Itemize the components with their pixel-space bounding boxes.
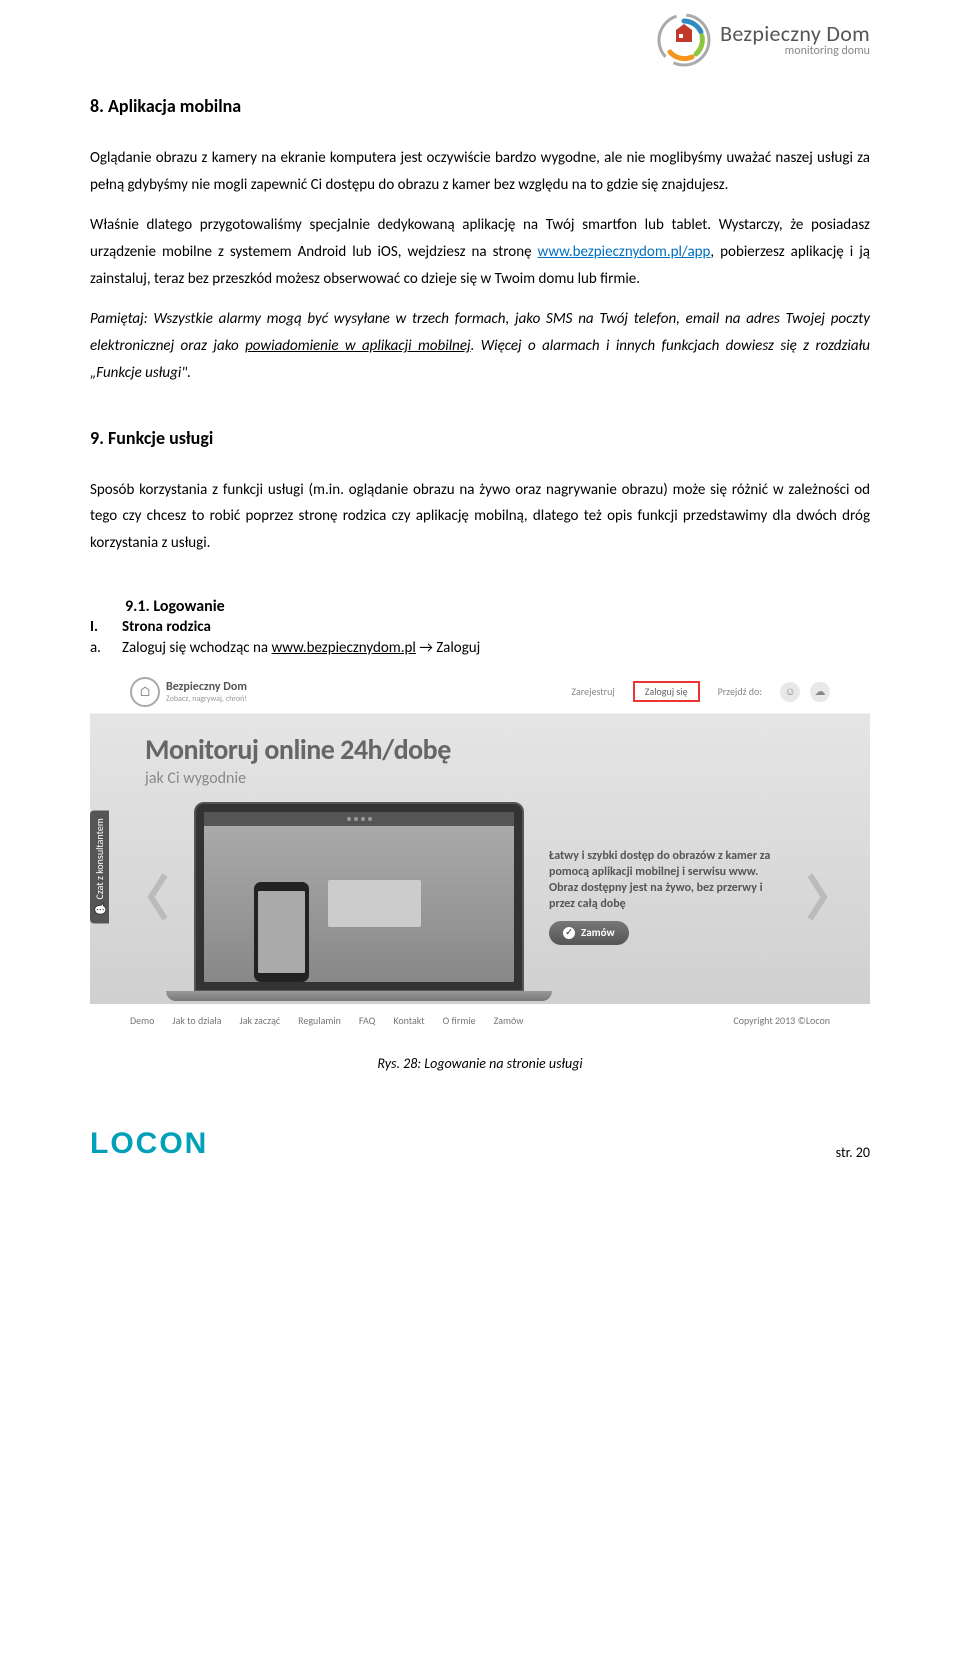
check-icon: ✓ bbox=[563, 927, 575, 939]
hero-title: Monitoruj online 24h/dobę bbox=[145, 732, 830, 767]
order-button[interactable]: ✓ Zamów bbox=[549, 921, 629, 946]
list-item-a: a.Zaloguj się wchodząc na www.bezpieczny… bbox=[90, 639, 870, 657]
nav-how-it-works[interactable]: Jak to działa bbox=[172, 1014, 221, 1027]
list-item-I: I.Strona rodzica bbox=[90, 618, 870, 636]
site-logo[interactable]: ⌂ Bezpieczny Dom Zobacz, nagrywaj, chroń… bbox=[130, 677, 247, 707]
subsection-9-1: 9.1. Logowanie bbox=[125, 597, 870, 616]
goto-label: Przejdź do: bbox=[710, 682, 770, 701]
footer-nav: Demo Jak to działa Jak zacząć Regulamin … bbox=[90, 1004, 870, 1037]
hero-section: Monitoruj online 24h/dobę jak Ci wygodni… bbox=[90, 714, 870, 1004]
section-9-para-1: Sposób korzystania z funkcji usługi (m.i… bbox=[90, 477, 870, 557]
benefits-text: Łatwy i szybki dostęp do obrazów z kamer… bbox=[549, 848, 781, 946]
phone-image bbox=[254, 882, 309, 982]
nav-demo[interactable]: Demo bbox=[130, 1014, 154, 1027]
house-logo-icon bbox=[656, 12, 712, 68]
chat-icon: 💬 bbox=[93, 903, 106, 915]
nav-faq[interactable]: FAQ bbox=[359, 1014, 375, 1027]
app-link[interactable]: www.bezpiecznydom.pl/app bbox=[538, 243, 711, 261]
embedded-screenshot: ⌂ Bezpieczny Dom Zobacz, nagrywaj, chroń… bbox=[90, 669, 870, 1037]
login-link[interactable]: Zaloguj się bbox=[633, 681, 700, 702]
nav-contact[interactable]: Kontakt bbox=[393, 1014, 424, 1027]
hero-subtitle: jak Ci wygodnie bbox=[145, 769, 830, 788]
house-icon: ⌂ bbox=[130, 677, 160, 707]
next-chevron-icon[interactable] bbox=[806, 871, 830, 923]
badge-icon-1[interactable]: ☺ bbox=[780, 682, 800, 702]
section-8-para-2: Właśnie dlatego przygotowaliśmy specjaln… bbox=[90, 212, 870, 292]
copyright: Copyright 2013 ©Locon bbox=[733, 1014, 830, 1027]
section-9-heading: 9. Funkcje usługi bbox=[90, 427, 870, 449]
nav-how-to-start[interactable]: Jak zacząć bbox=[240, 1014, 281, 1027]
nav-about[interactable]: O firmie bbox=[443, 1014, 476, 1027]
section-8-note: Pamiętaj: Wszystkie alarmy mogą być wysy… bbox=[90, 306, 870, 386]
brand-logo: Bezpieczny Dom monitoring domu bbox=[656, 12, 870, 68]
figure-caption: Rys. 28: Logowanie na stronie usługi bbox=[90, 1055, 870, 1072]
site-link[interactable]: www.bezpiecznydom.pl bbox=[271, 639, 415, 657]
chat-tab[interactable]: 💬 Czat z konsultantem bbox=[90, 810, 109, 923]
nav-terms[interactable]: Regulamin bbox=[298, 1014, 341, 1027]
brand-subtitle: monitoring domu bbox=[720, 45, 870, 58]
prev-chevron-icon[interactable] bbox=[145, 871, 169, 923]
register-link[interactable]: Zarejestruj bbox=[563, 682, 622, 701]
badge-icon-2[interactable]: ☁ bbox=[810, 682, 830, 702]
topbar: ⌂ Bezpieczny Dom Zobacz, nagrywaj, chroń… bbox=[90, 669, 870, 714]
section-8-heading: 8. Aplikacja mobilna bbox=[90, 95, 870, 117]
section-8-para-1: Oglądanie obrazu z kamery na ekranie kom… bbox=[90, 145, 870, 198]
nav-order[interactable]: Zamów bbox=[494, 1014, 524, 1027]
page-number: str. 20 bbox=[836, 1144, 870, 1161]
laptop-image bbox=[194, 802, 524, 992]
locon-logo: LOCON bbox=[90, 1127, 208, 1161]
brand-title: Bezpieczny Dom bbox=[720, 22, 870, 45]
